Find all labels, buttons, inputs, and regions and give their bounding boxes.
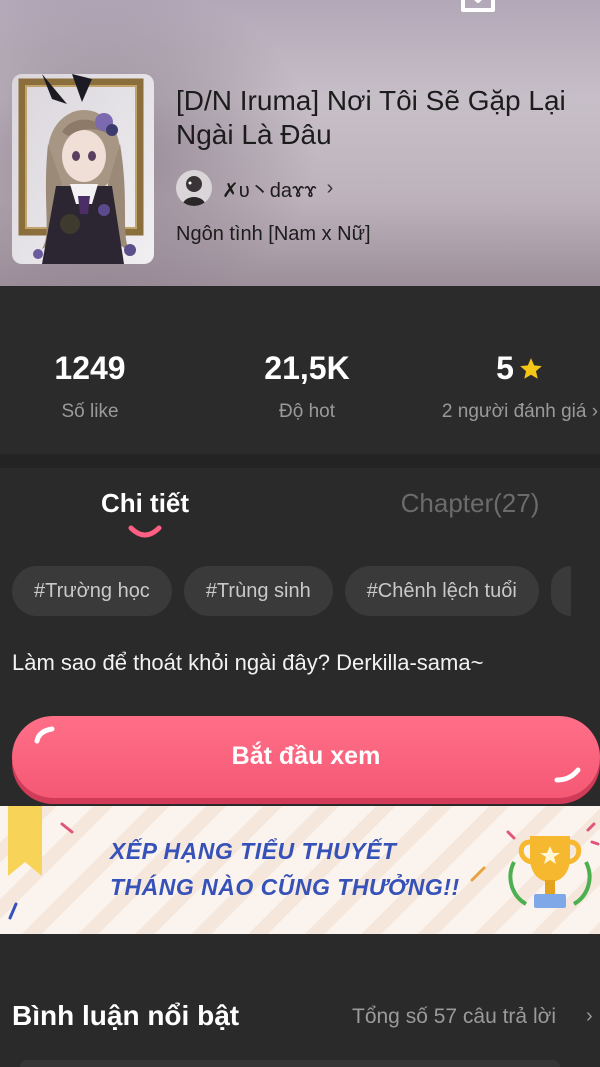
tab-details[interactable]: Chi tiết [60,488,230,519]
likes-value: 1249 [54,350,126,386]
banner-headline-2: THÁNG NÀO CŨNG THƯỞNG!! [110,874,460,900]
rating-count-label: 2 người đánh giá › [441,401,599,422]
comment-card[interactable] [20,1060,560,1067]
tag-chip[interactable]: #Chênh lệch tuổi [344,566,539,616]
tag-chip[interactable]: #Trường học [12,566,172,616]
chevron-right-icon: › [326,176,334,199]
tag-chip-overflow[interactable] [550,566,571,616]
stat-rating[interactable]: 5 2 người đánh giá › [440,350,600,423]
start-reading-label: Bắt đầu xem [231,742,381,770]
comments-section-title: Bình luận nổi bật [12,1000,240,1031]
author-avatar [176,170,212,206]
stat-hot: 21,5K Độ hot [247,350,367,423]
stats-panel: 1249 Số like 21,5K Độ hot 5 2 người đánh… [0,286,600,454]
chevron-right-icon[interactable]: › [586,1005,593,1028]
likes-label: Số like [61,401,119,422]
button-shine-decoration [34,726,55,744]
ribbon-icon [8,806,42,876]
tag-list: #Trường học #Trùng sinh #Chênh lệch tuổi [12,566,571,616]
section-divider [0,454,600,468]
author-link[interactable]: ✗υ丶daɤɤ › [176,170,333,206]
tab-active-indicator [128,525,162,538]
more-icon[interactable] [520,0,570,10]
author-name: ✗υ丶daɤɤ [222,179,317,202]
star-icon [520,358,542,379]
confetti-icon [8,902,18,920]
genre-label: Ngôn tình [Nam x Nữ] [176,223,371,245]
confetti-icon [60,822,74,834]
novel-detail-page: [D/N Iruma] Nơi Tôi Sẽ Gặp Lại Ngài Là Đ… [0,0,600,1067]
trophy-icon [506,822,600,908]
novel-description: Làm sao để thoát khỏi ngài đây? Derkilla… [12,650,484,675]
top-action-bar [460,0,600,20]
cover-image[interactable] [12,74,154,264]
button-shine-decoration [554,767,581,783]
rating-value: 5 [496,350,514,386]
stat-likes: 1249 Số like [40,350,140,423]
novel-header: [D/N Iruma] Nơi Tôi Sẽ Gặp Lại Ngài Là Đ… [0,0,600,286]
novel-title: [D/N Iruma] Nơi Tôi Sẽ Gặp Lại Ngài Là Đ… [176,85,566,150]
hot-value: 21,5K [264,350,350,386]
comments-total-link[interactable]: Tổng số 57 câu trả lời [352,1005,556,1029]
download-icon[interactable] [460,0,496,16]
banner-headline-1: XẾP HẠNG TIỂU THUYẾT [110,838,397,864]
confetti-icon [470,866,486,882]
hot-label: Độ hot [279,401,335,422]
start-reading-button[interactable]: Bắt đầu xem [12,716,600,798]
tag-chip[interactable]: #Trùng sinh [183,566,333,616]
tab-chapters[interactable]: Chapter(27) [380,488,560,519]
rating-value-row: 5 [440,350,600,387]
